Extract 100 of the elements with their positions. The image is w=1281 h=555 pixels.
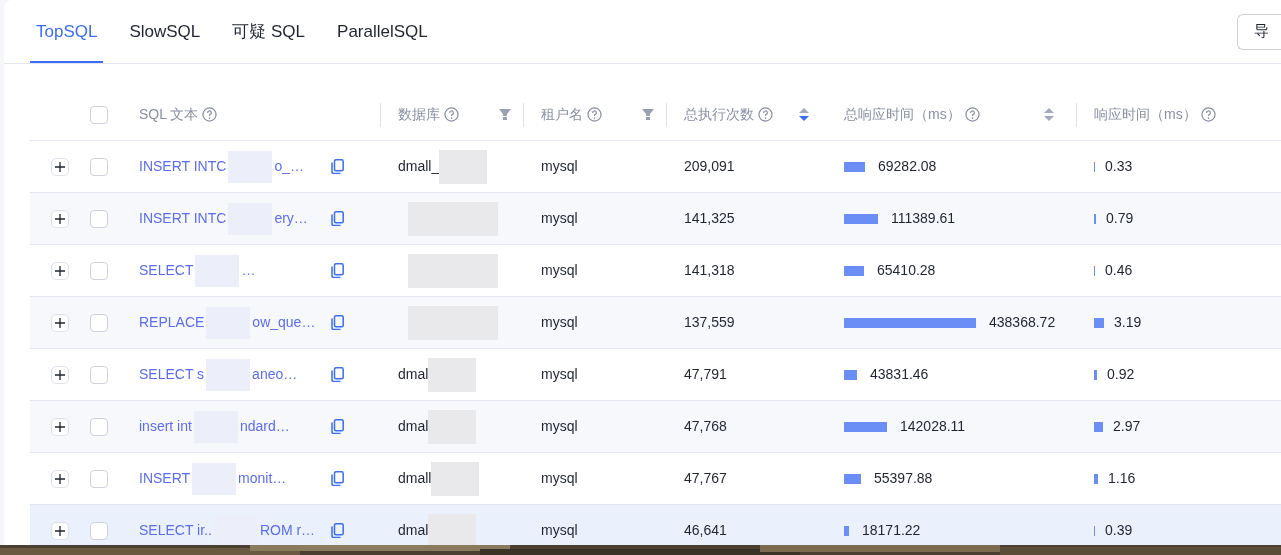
- sql-text-link[interactable]: …: [241, 260, 256, 281]
- sql-text-link[interactable]: INSERT: [139, 468, 191, 489]
- table-cell-text: 0.33: [1105, 157, 1133, 176]
- filter-icon[interactable]: [642, 108, 654, 121]
- data-bar: [844, 421, 887, 432]
- table-cell: mysql: [541, 522, 578, 538]
- table-cell-text: 55397.88: [874, 469, 933, 488]
- sql-text-link[interactable]: INSERT INTC: [139, 208, 227, 229]
- copy-icon[interactable]: [331, 367, 344, 382]
- table-cell-text: 0.79: [1106, 209, 1134, 228]
- table-cell-text: 0.39: [1105, 521, 1133, 540]
- sql-text-link[interactable]: ow_que…: [252, 312, 316, 333]
- tab[interactable]: ParallelSQL: [331, 0, 434, 63]
- checkbox[interactable]: [90, 313, 108, 332]
- sql-text-link[interactable]: REPLACE: [139, 312, 205, 333]
- table-cell-text: 18171.22: [862, 521, 921, 540]
- sql-text-link[interactable]: ery…: [274, 208, 308, 229]
- plus-icon: [55, 265, 65, 276]
- tab[interactable]: 可疑 SQL: [226, 0, 312, 63]
- sort-icon[interactable]: [799, 107, 809, 122]
- checkbox[interactable]: [90, 469, 108, 488]
- checkbox[interactable]: [90, 105, 108, 124]
- table-cell: 47,791: [684, 366, 727, 382]
- table-cell-text: 0.46: [1105, 261, 1133, 280]
- copy-icon[interactable]: [331, 471, 344, 486]
- expand-button[interactable]: [51, 209, 69, 228]
- sql-text-link[interactable]: aneo…: [252, 364, 298, 385]
- expand-button[interactable]: [51, 157, 69, 176]
- table-cell-text: dmal: [398, 365, 429, 384]
- column-header: 数据库: [398, 105, 440, 124]
- plus-icon: [55, 161, 65, 172]
- data-bar: [1094, 369, 1097, 380]
- column-header: 总响应时间（ms）: [844, 105, 961, 124]
- tab[interactable]: SlowSQL: [123, 0, 207, 63]
- copy-icon[interactable]: [331, 159, 344, 174]
- table-cell: 47,768: [684, 418, 727, 434]
- expand-button[interactable]: [51, 521, 69, 540]
- table-row[interactable]: REPLACE ow_que… mysql 137,559 438368.72 3.19: [30, 297, 1281, 349]
- plus-icon: [55, 369, 65, 380]
- tab[interactable]: TopSQL: [30, 0, 104, 63]
- expand-button[interactable]: [51, 417, 69, 436]
- sql-text-link[interactable]: monit…: [238, 468, 287, 489]
- column-header: SQL 文本: [139, 105, 199, 124]
- copy-icon[interactable]: [331, 263, 344, 278]
- table-cell: 46,641: [684, 522, 727, 538]
- table-row[interactable]: SELECT ir.. ROM r… dmal mysql 46,641 18171.22 0.39: [30, 505, 1281, 545]
- table-cell-text: 65410.28: [877, 261, 936, 280]
- sql-text-link[interactable]: INSERT INTC: [139, 156, 227, 177]
- checkbox[interactable]: [90, 521, 108, 540]
- table-cell: 209,091: [684, 158, 735, 174]
- sql-text-link[interactable]: ROM r…: [259, 520, 316, 541]
- table-row[interactable]: INSERT INTC ery… mysql 141,325 111389.61 0.79: [30, 193, 1281, 245]
- checkbox[interactable]: [90, 261, 108, 280]
- expand-button[interactable]: [51, 261, 69, 280]
- data-bar: [1094, 473, 1098, 484]
- table-cell-text: dmal: [398, 417, 429, 436]
- copy-icon[interactable]: [331, 315, 344, 330]
- sql-text-link[interactable]: SELECT ir..: [139, 520, 212, 541]
- expand-button[interactable]: [51, 469, 69, 488]
- table-cell: mysql: [541, 314, 578, 330]
- data-bar: [1094, 421, 1103, 432]
- copy-icon[interactable]: [331, 419, 344, 434]
- data-bar: [844, 525, 849, 536]
- table-cell-text: 142028.11: [900, 417, 966, 436]
- sql-text-link[interactable]: ndard…: [239, 416, 290, 437]
- table-row[interactable]: insert int ndard… dmal mysql 47,768 142028.11 2.97: [30, 401, 1281, 453]
- data-bar: [844, 265, 864, 276]
- copy-icon[interactable]: [331, 523, 344, 538]
- table-cell-text: 111389.61: [891, 209, 956, 228]
- expand-button[interactable]: [51, 313, 69, 332]
- sql-text-link[interactable]: o_…: [274, 156, 304, 177]
- table-cell-text: 438368.72: [989, 313, 1056, 332]
- sql-text-link[interactable]: insert int: [139, 416, 192, 437]
- table-cell: mysql: [541, 158, 578, 174]
- table-cell-text: dmall: [398, 469, 432, 488]
- table-cell: 47,767: [684, 470, 727, 486]
- sort-icon[interactable]: [1044, 107, 1054, 122]
- table-cell-text: dmal: [398, 521, 429, 540]
- table-cell: 137,559: [684, 314, 735, 330]
- export-button[interactable]: 导: [1237, 13, 1281, 50]
- table-cell: 141,325: [684, 210, 735, 226]
- plus-icon: [55, 473, 65, 484]
- copy-icon[interactable]: [331, 211, 344, 226]
- table-cell: 141,318: [684, 262, 735, 278]
- table-cell-text: dmall_: [398, 157, 440, 176]
- checkbox[interactable]: [90, 157, 108, 176]
- plus-icon: [55, 213, 65, 224]
- checkbox[interactable]: [90, 209, 108, 228]
- expand-button[interactable]: [51, 365, 69, 384]
- checkbox[interactable]: [90, 417, 108, 436]
- sql-text-link[interactable]: SELECT: [139, 260, 194, 281]
- plus-icon: [55, 317, 65, 328]
- sql-text-link[interactable]: SELECT s: [139, 364, 205, 385]
- data-bar: [844, 369, 857, 380]
- checkbox[interactable]: [90, 365, 108, 384]
- table-cell: mysql: [541, 366, 578, 382]
- plus-icon: [55, 421, 65, 432]
- table-cell-text: 0.92: [1107, 365, 1135, 384]
- filter-icon[interactable]: [499, 108, 511, 121]
- data-bar: [844, 213, 878, 224]
